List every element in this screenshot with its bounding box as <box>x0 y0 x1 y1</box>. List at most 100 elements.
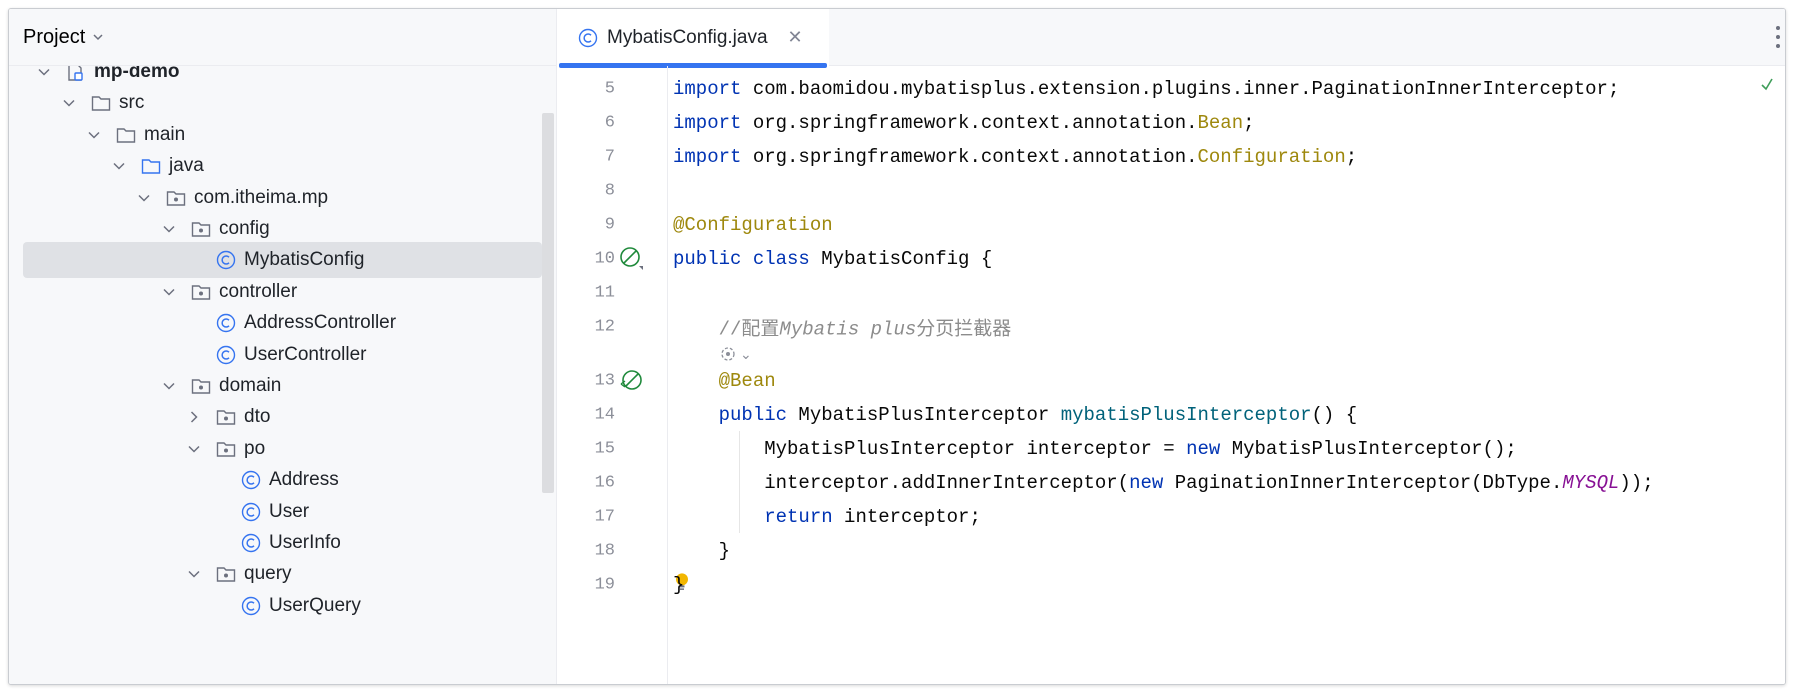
code-token: Configuration <box>1197 146 1346 168</box>
code-line[interactable]: 12 //配置Mybatis plus分页拦截器 <box>557 310 1785 344</box>
code-editor[interactable]: ⌄ 5 import com.baomidou.mybatisplus.exten… <box>557 66 1785 684</box>
chevron-right-icon[interactable] <box>187 410 201 424</box>
code-token: PaginationInnerInterceptor(DbType. <box>1163 472 1563 494</box>
chevron-down-icon[interactable] <box>112 159 126 173</box>
chevron-down-icon[interactable] <box>187 567 201 581</box>
tree-item-label: src <box>119 92 145 114</box>
code-token: interceptor; <box>832 506 981 528</box>
class-icon <box>215 312 237 334</box>
code-token: MybatisConfig { <box>809 248 993 270</box>
chevron-down-icon[interactable] <box>93 32 103 42</box>
code-token: public class <box>673 248 810 270</box>
line-number[interactable]: 16 <box>557 474 615 493</box>
more-options-icon[interactable] <box>1775 26 1781 48</box>
code-line[interactable]: 15 MybatisPlusInterceptor interceptor = … <box>557 432 1785 466</box>
code-text: public class MybatisConfig { <box>673 248 992 270</box>
code-line[interactable]: 19} <box>557 568 1785 602</box>
line-number[interactable]: 11 <box>557 284 615 303</box>
code-text: @Bean <box>673 370 776 392</box>
package-icon <box>190 218 212 240</box>
tab-mybatisconfig[interactable]: MybatisConfig.java ✕ <box>557 9 829 68</box>
code-token: interceptor.addInnerInterceptor( <box>673 472 1130 494</box>
chevron-down-icon[interactable] <box>62 96 76 110</box>
source-folder-icon <box>140 155 162 177</box>
code-token: MybatisPlusInterceptor(); <box>1220 438 1517 460</box>
tree-scrollbar[interactable] <box>542 113 554 493</box>
code-token: )); <box>1619 472 1654 494</box>
chevron-down-icon[interactable] <box>162 379 176 393</box>
code-token: com.baomidou.mybatisplus.extension.plugi… <box>741 78 1620 100</box>
code-line[interactable]: 18 } <box>557 534 1785 568</box>
code-line[interactable]: 17 return interceptor; <box>557 500 1785 534</box>
code-token: ; <box>1243 112 1255 134</box>
line-number[interactable]: 12 <box>557 318 615 337</box>
class-icon <box>215 249 237 271</box>
chevron-down-icon[interactable] <box>187 442 201 456</box>
package-icon <box>165 187 187 209</box>
code-line[interactable]: 11 <box>557 276 1785 310</box>
line-number[interactable]: 14 <box>557 406 615 425</box>
code-token: return <box>764 506 833 528</box>
code-line[interactable]: 14 public MybatisPlusInterceptor mybatis… <box>557 398 1785 432</box>
code-text: interceptor.addInnerInterceptor(new Pagi… <box>673 472 1654 494</box>
code-line[interactable]: 6 import org.springframework.context.anno… <box>557 106 1785 140</box>
code-line[interactable]: 5 import com.baomidou.mybatisplus.extensi… <box>557 72 1785 106</box>
tree-item-label: com.itheima.mp <box>194 186 329 208</box>
code-token: public <box>673 404 788 426</box>
bean-method-icon[interactable] <box>619 368 645 394</box>
code-text: //配置Mybatis plus分页拦截器 <box>673 314 1012 341</box>
code-token: import <box>673 112 742 134</box>
line-number[interactable]: 17 <box>557 508 615 527</box>
code-token: import <box>673 78 742 100</box>
close-icon[interactable]: ✕ <box>788 27 803 48</box>
chevron-down-icon[interactable] <box>162 285 176 299</box>
code-token: import <box>673 146 742 168</box>
tree-item-label: config <box>219 218 270 239</box>
line-number[interactable]: 18 <box>557 542 615 561</box>
chevron-down-icon[interactable] <box>87 128 101 142</box>
line-number[interactable]: 9 <box>557 216 615 235</box>
chevron-down-icon[interactable] <box>37 66 51 79</box>
code-token: org.springframework.context.annotation. <box>741 146 1198 168</box>
code-text: import org.springframework.context.annot… <box>673 146 1357 168</box>
line-number[interactable]: 15 <box>557 440 615 459</box>
line-number[interactable]: 10 <box>557 250 615 269</box>
package-icon <box>190 281 212 303</box>
code-line[interactable]: 9 @Configuration <box>557 208 1785 242</box>
line-number[interactable]: 8 <box>557 182 615 201</box>
code-token: Mybatis plus <box>779 318 917 341</box>
code-token: org.springframework.context.annotation. <box>741 112 1198 134</box>
code-token: new <box>1129 472 1164 494</box>
inlay-hint[interactable]: ⌄ <box>719 344 752 364</box>
code-line[interactable]: 8 <box>557 174 1785 208</box>
line-number[interactable]: 13 <box>557 372 615 391</box>
code-token: ; <box>1345 146 1358 168</box>
tree-item-label: AddressController <box>244 312 397 334</box>
code-token: new <box>1186 438 1221 460</box>
tree-item-label: UserController <box>244 343 367 365</box>
code-token: mybatisPlusInterceptor <box>1060 404 1312 426</box>
line-number[interactable]: 5 <box>557 80 615 99</box>
inlay-bean-icon <box>721 347 735 361</box>
line-number[interactable]: 7 <box>557 148 615 167</box>
code-text: import com.baomidou.mybatisplus.extensio… <box>673 78 1619 100</box>
chevron-down-icon[interactable] <box>162 222 176 236</box>
chevron-down-icon[interactable] <box>137 191 151 205</box>
line-number[interactable]: 19 <box>557 576 615 595</box>
bean-icon[interactable] <box>619 246 645 272</box>
tree-item-label: java <box>169 155 204 177</box>
tree-item-label: dto <box>244 406 271 428</box>
project-header[interactable]: Project <box>9 9 556 66</box>
code-token: MYSQL <box>1562 472 1620 494</box>
tab-bar: MybatisConfig.java ✕ <box>557 9 1785 68</box>
code-line[interactable]: 10 public class MybatisConfig { <box>557 242 1785 276</box>
tree-item-label: Address <box>269 469 339 491</box>
line-number[interactable]: 6 <box>557 114 615 133</box>
tree-item-userquery[interactable]: UserQuery <box>23 588 542 624</box>
code-line[interactable]: 13 @Bean <box>557 364 1785 398</box>
code-text: } <box>673 540 730 562</box>
code-line[interactable]: 16 interceptor.addInnerInterceptor(new P… <box>557 466 1785 500</box>
code-token: //配置 <box>673 318 780 341</box>
code-line[interactable]: 7 import org.springframework.context.anno… <box>557 140 1785 174</box>
editor: MybatisConfig.java ✕ ⌄ 5 import com.baomi… <box>557 9 1785 684</box>
